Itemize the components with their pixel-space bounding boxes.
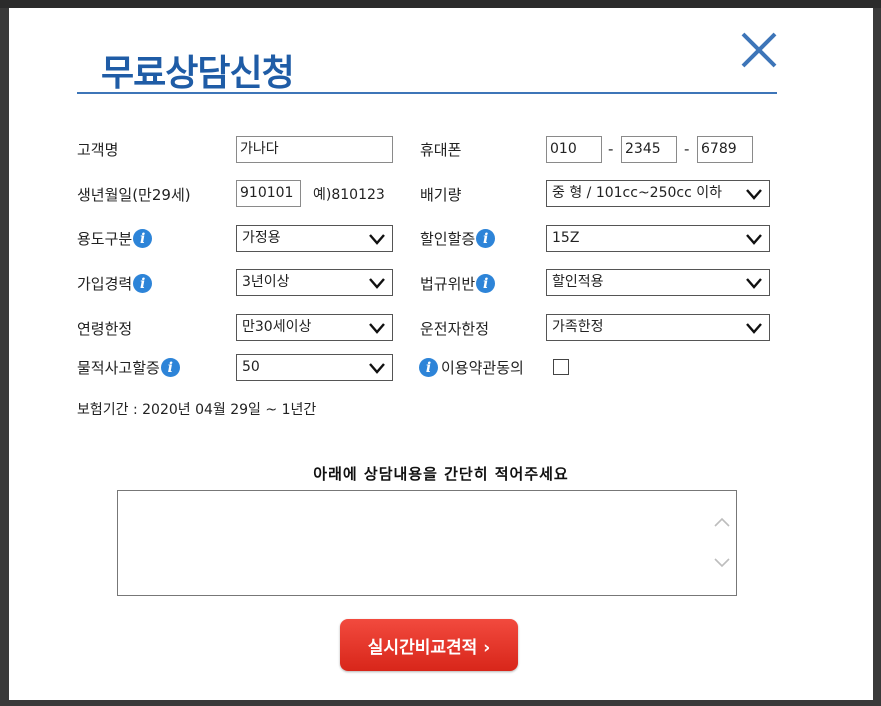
chevron-down-icon	[369, 234, 385, 245]
info-icon[interactable]: i	[476, 229, 496, 248]
birth-label-text: 생년월일(만29세)	[77, 186, 191, 204]
chevron-down-icon	[369, 363, 385, 374]
discount-value: 15Z	[552, 230, 580, 246]
usage-value: 가정용	[242, 230, 281, 246]
info-icon[interactable]: i	[133, 229, 153, 248]
phone-separator-1: -	[608, 140, 614, 158]
birth-example-text: 예)810123	[313, 187, 385, 203]
title-divider	[77, 92, 777, 94]
displacement-label-text: 배기량	[420, 186, 462, 204]
property-damage-label-text: 물적사고할증	[77, 359, 160, 377]
chevron-down-icon	[746, 234, 762, 245]
experience-label-text: 가입경력	[77, 275, 133, 293]
phone-separator-2: -	[684, 140, 690, 158]
experience-select[interactable]: 3년이상	[236, 269, 393, 296]
memo-label: 아래에 상담내용을 간단히 적어주세요	[313, 465, 569, 483]
driver-limit-value: 가족한정	[552, 319, 604, 335]
chevron-down-icon	[369, 323, 385, 334]
memo-textarea[interactable]	[117, 490, 737, 596]
violation-label-text: 법규위반	[420, 275, 476, 293]
violation-label: 법규위반 i	[420, 273, 496, 294]
birth-input[interactable]: 910101	[236, 180, 301, 207]
discount-label-text: 할인할증	[420, 230, 476, 248]
age-limit-label-text: 연령한정	[77, 320, 133, 338]
property-damage-value: 50	[242, 359, 260, 375]
property-damage-select[interactable]: 50	[236, 354, 393, 381]
name-label: 고객명	[77, 139, 118, 160]
consultation-modal: 무료상담신청 고객명 가나다 휴대폰 010 - 2345 - 6789 생년월…	[9, 8, 873, 700]
chevron-down-icon	[746, 323, 762, 334]
chevron-down-icon	[746, 278, 762, 289]
chevron-up-icon[interactable]	[714, 517, 730, 527]
chevron-down-icon	[746, 189, 762, 200]
info-icon[interactable]: i	[133, 274, 153, 293]
chevron-down-icon	[369, 278, 385, 289]
chevron-down-icon[interactable]	[714, 558, 730, 568]
phone-label: 휴대폰	[420, 139, 461, 160]
info-icon[interactable]: i	[476, 274, 496, 293]
info-icon[interactable]: i	[419, 358, 438, 377]
name-label-text: 고객명	[77, 141, 119, 159]
displacement-value: 중 형 / 101cc~250cc 이하	[552, 185, 723, 201]
property-damage-label: 물적사고할증 i	[77, 357, 180, 378]
phone-part1-input[interactable]: 010	[546, 136, 602, 163]
age-limit-select[interactable]: 만30세이상	[236, 314, 393, 341]
driver-limit-label-text: 운전자한정	[420, 320, 490, 338]
discount-select[interactable]: 15Z	[546, 225, 770, 252]
birth-label: 생년월일(만29세)	[77, 184, 191, 205]
displacement-label: 배기량	[420, 184, 461, 205]
age-limit-value: 만30세이상	[242, 319, 312, 335]
info-icon[interactable]: i	[160, 358, 180, 377]
terms-label: i 이용약관동의	[419, 357, 524, 378]
experience-label: 가입경력 i	[77, 273, 153, 294]
usage-label: 용도구분 i	[77, 228, 153, 249]
terms-label-text: 이용약관동의	[441, 359, 524, 377]
backdrop	[0, 0, 881, 8]
phone-part3-input[interactable]: 6789	[697, 136, 753, 163]
terms-checkbox[interactable]	[553, 359, 569, 375]
usage-select[interactable]: 가정용	[236, 225, 393, 252]
discount-label: 할인할증 i	[420, 228, 496, 249]
displacement-select[interactable]: 중 형 / 101cc~250cc 이하	[546, 180, 770, 207]
violation-select[interactable]: 할인적용	[546, 269, 770, 296]
birth-example: 예)810123	[313, 184, 385, 204]
insurance-period: 보험기간 : 2020년 04월 29일 ~ 1년간	[77, 402, 317, 418]
close-icon[interactable]	[739, 30, 779, 70]
age-limit-label: 연령한정	[77, 318, 132, 339]
phone-label-text: 휴대폰	[420, 141, 462, 159]
phone-part2-input[interactable]: 2345	[621, 136, 677, 163]
driver-limit-label: 운전자한정	[420, 318, 489, 339]
realtime-quote-button[interactable]: 실시간비교견적 ›	[340, 619, 518, 671]
experience-value: 3년이상	[242, 274, 290, 290]
modal-title: 무료상담신청	[101, 53, 295, 94]
name-input[interactable]: 가나다	[236, 136, 393, 163]
usage-label-text: 용도구분	[77, 230, 133, 248]
driver-limit-select[interactable]: 가족한정	[546, 314, 770, 341]
violation-value: 할인적용	[552, 274, 604, 290]
